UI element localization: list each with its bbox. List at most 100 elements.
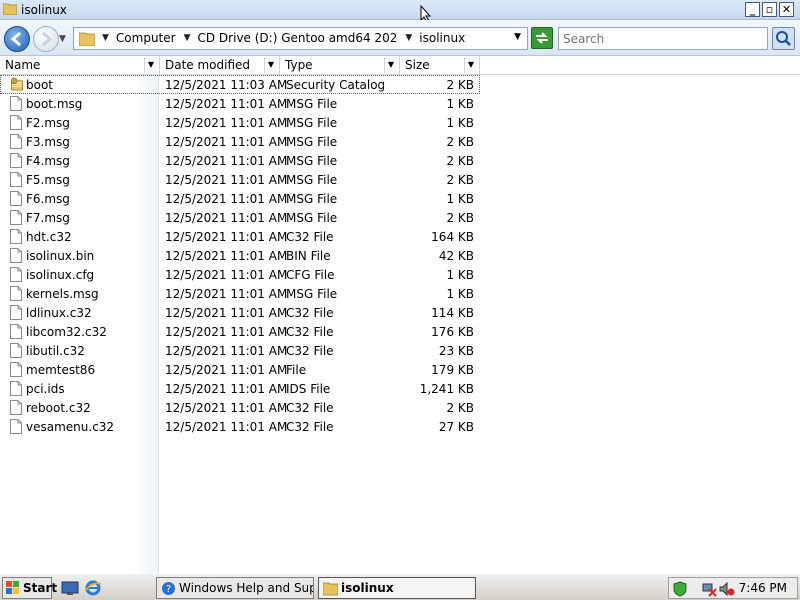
file-row[interactable]: isolinux.cfg 12/5/2021 11:01 AM CFG File 1 … bbox=[0, 265, 800, 284]
column-size[interactable]: Size ▼ bbox=[400, 56, 480, 75]
file-type: C32 File bbox=[286, 325, 334, 339]
column-type[interactable]: Type ▼ bbox=[280, 56, 400, 75]
file-size: 1 KB bbox=[446, 116, 474, 130]
system-tray: 7:46 PM bbox=[668, 577, 798, 599]
file-icon bbox=[10, 400, 22, 415]
file-row[interactable]: libutil.c32 12/5/2021 11:01 AM C32 File 23 … bbox=[0, 341, 800, 360]
file-type: MSG File bbox=[286, 192, 338, 206]
clock[interactable]: 7:46 PM bbox=[739, 581, 787, 595]
file-row[interactable]: hdt.c32 12/5/2021 11:01 AM C32 File 164 KB bbox=[0, 227, 800, 246]
file-date-modified: 12/5/2021 11:01 AM bbox=[165, 306, 288, 320]
file-name[interactable]: F2.msg bbox=[26, 116, 70, 130]
network-disconnected-icon[interactable] bbox=[701, 581, 717, 597]
recent-pages-dropdown[interactable]: ▼ bbox=[59, 34, 66, 44]
file-name[interactable]: vesamenu.c32 bbox=[26, 420, 114, 434]
file-row[interactable]: boot.msg 12/5/2021 11:01 AM MSG File 1 KB bbox=[0, 94, 800, 113]
file-date-modified: 12/5/2021 11:01 AM bbox=[165, 116, 288, 130]
minimize-button[interactable]: _ bbox=[745, 2, 760, 17]
taskbar-item-isolinux[interactable]: isolinux bbox=[318, 577, 476, 599]
file-name[interactable]: F3.msg bbox=[26, 135, 70, 149]
chevron-down-icon[interactable]: ▼ bbox=[102, 33, 109, 43]
file-row[interactable]: F4.msg 12/5/2021 11:01 AM MSG File 2 KB bbox=[0, 151, 800, 170]
show-desktop-icon[interactable] bbox=[61, 579, 79, 597]
chevron-down-icon[interactable]: ▼ bbox=[144, 57, 157, 73]
file-name[interactable]: libutil.c32 bbox=[26, 344, 85, 358]
address-dropdown-button[interactable]: ▼ bbox=[514, 32, 521, 42]
file-type: C32 File bbox=[286, 420, 334, 434]
file-row[interactable]: F5.msg 12/5/2021 11:01 AM MSG File 2 KB bbox=[0, 170, 800, 189]
forward-button[interactable] bbox=[33, 26, 59, 52]
window-titlebar[interactable]: isolinux _ ▫ ✕ bbox=[0, 0, 800, 23]
file-name[interactable]: ldlinux.c32 bbox=[26, 306, 92, 320]
file-row[interactable]: F6.msg 12/5/2021 11:01 AM MSG File 1 KB bbox=[0, 189, 800, 208]
file-date-modified: 12/5/2021 11:01 AM bbox=[165, 230, 288, 244]
file-icon bbox=[10, 229, 22, 244]
file-size: 23 KB bbox=[438, 344, 474, 358]
file-row[interactable]: ldlinux.c32 12/5/2021 11:01 AM C32 File 114… bbox=[0, 303, 800, 322]
file-name[interactable]: F6.msg bbox=[26, 192, 70, 206]
refresh-button[interactable] bbox=[531, 27, 553, 49]
file-row[interactable]: F7.msg 12/5/2021 11:01 AM MSG File 2 KB bbox=[0, 208, 800, 227]
column-name[interactable]: Name ▼ bbox=[0, 56, 160, 75]
chevron-down-icon[interactable]: ▼ bbox=[384, 57, 397, 73]
arrow-left-icon bbox=[10, 31, 21, 47]
file-row[interactable]: vesamenu.c32 12/5/2021 11:01 AM C32 File 27… bbox=[0, 417, 800, 436]
file-row[interactable]: memtest86 12/5/2021 11:01 AM File 179 KB bbox=[0, 360, 800, 379]
breadcrumb-isolinux[interactable]: isolinux bbox=[419, 31, 465, 45]
start-button[interactable]: Start bbox=[2, 577, 57, 599]
file-icon bbox=[10, 153, 22, 168]
file-size: 2 KB bbox=[446, 173, 474, 187]
window-title: isolinux bbox=[21, 3, 67, 17]
chevron-down-icon[interactable]: ▼ bbox=[264, 57, 277, 73]
file-name[interactable]: isolinux.cfg bbox=[26, 268, 94, 282]
file-name[interactable]: memtest86 bbox=[26, 363, 95, 377]
folder-icon bbox=[3, 3, 17, 15]
file-type: CFG File bbox=[286, 268, 335, 282]
close-button[interactable]: ✕ bbox=[779, 2, 794, 17]
file-name[interactable]: libcom32.c32 bbox=[26, 325, 107, 339]
file-size: 176 KB bbox=[431, 325, 474, 339]
taskbar-item-windows-help[interactable]: ? Windows Help and Sup... bbox=[156, 577, 314, 599]
file-date-modified: 12/5/2021 11:01 AM bbox=[165, 154, 288, 168]
file-name[interactable]: F5.msg bbox=[26, 173, 70, 187]
restore-button[interactable]: ▫ bbox=[762, 2, 777, 17]
chevron-down-icon[interactable]: ▼ bbox=[405, 33, 412, 43]
address-bar[interactable]: ▼ Computer ▼ CD Drive (D:) Gentoo amd64 … bbox=[73, 27, 528, 50]
file-name[interactable]: isolinux.bin bbox=[26, 249, 94, 263]
file-row[interactable]: libcom32.c32 12/5/2021 11:01 AM C32 File 17… bbox=[0, 322, 800, 341]
file-name[interactable]: F7.msg bbox=[26, 211, 70, 225]
file-type: MSG File bbox=[286, 287, 338, 301]
back-button[interactable] bbox=[4, 26, 30, 52]
search-button[interactable] bbox=[772, 27, 795, 50]
file-name[interactable]: kernels.msg bbox=[26, 287, 99, 301]
file-row[interactable]: isolinux.bin 12/5/2021 11:01 AM BIN File 42… bbox=[0, 246, 800, 265]
file-row[interactable]: boot 12/5/2021 11:03 AM Security Catalog 2 … bbox=[0, 75, 800, 94]
breadcrumb-cd-drive[interactable]: CD Drive (D:) Gentoo amd64 202 bbox=[198, 31, 398, 45]
file-icon bbox=[10, 134, 22, 149]
breadcrumb-computer[interactable]: Computer bbox=[116, 31, 176, 45]
file-name[interactable]: boot bbox=[26, 78, 53, 92]
chevron-down-icon[interactable]: ▼ bbox=[184, 33, 191, 43]
search-input[interactable] bbox=[558, 27, 768, 50]
internet-explorer-icon[interactable] bbox=[84, 579, 102, 597]
file-name[interactable]: pci.ids bbox=[26, 382, 65, 396]
taskbar-item-label: isolinux bbox=[341, 581, 394, 595]
column-date-modified[interactable]: Date modified ▼ bbox=[160, 56, 280, 75]
file-name[interactable]: boot.msg bbox=[26, 97, 82, 111]
search-icon bbox=[776, 31, 791, 46]
file-row[interactable]: F2.msg 12/5/2021 11:01 AM MSG File 1 KB bbox=[0, 113, 800, 132]
file-row[interactable]: reboot.c32 12/5/2021 11:01 AM C32 File 2 KB bbox=[0, 398, 800, 417]
file-name[interactable]: hdt.c32 bbox=[26, 230, 72, 244]
security-shield-icon[interactable] bbox=[672, 581, 688, 597]
file-row[interactable]: F3.msg 12/5/2021 11:01 AM MSG File 2 KB bbox=[0, 132, 800, 151]
column-type-label: Type bbox=[285, 58, 313, 72]
file-icon bbox=[10, 286, 22, 301]
chevron-down-icon[interactable]: ▼ bbox=[464, 57, 477, 73]
file-date-modified: 12/5/2021 11:01 AM bbox=[165, 268, 288, 282]
file-row[interactable]: pci.ids 12/5/2021 11:01 AM IDS File 1,241 K… bbox=[0, 379, 800, 398]
file-row[interactable]: kernels.msg 12/5/2021 11:01 AM MSG File 1 K… bbox=[0, 284, 800, 303]
refresh-icon bbox=[536, 32, 548, 44]
file-name[interactable]: F4.msg bbox=[26, 154, 70, 168]
volume-muted-icon[interactable] bbox=[719, 581, 735, 597]
file-name[interactable]: reboot.c32 bbox=[26, 401, 91, 415]
